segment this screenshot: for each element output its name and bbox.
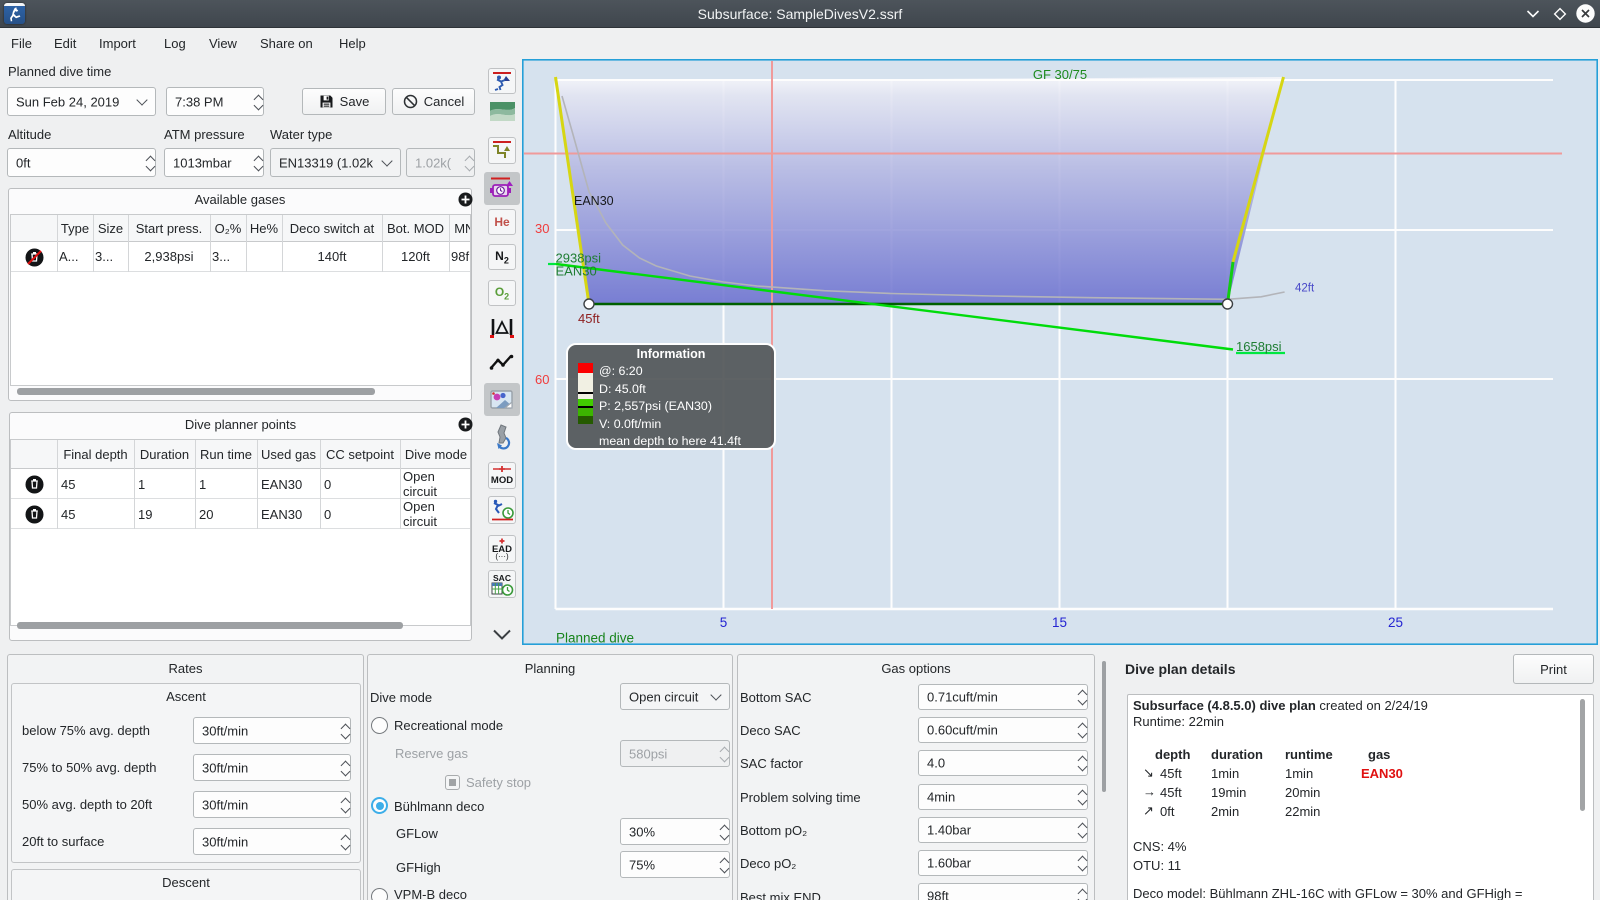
svg-text:1658psi: 1658psi bbox=[1236, 339, 1282, 354]
svg-text:42ft: 42ft bbox=[1295, 283, 1315, 295]
svg-text:60: 60 bbox=[535, 372, 549, 387]
svg-text:(···): (···) bbox=[495, 552, 509, 561]
svg-text:25: 25 bbox=[1388, 615, 1403, 630]
svg-text:SAC: SAC bbox=[493, 573, 511, 583]
svg-text:5: 5 bbox=[720, 615, 728, 630]
svg-text:MOD: MOD bbox=[491, 475, 513, 486]
svg-text:EAN30: EAN30 bbox=[556, 264, 597, 279]
svg-text:30: 30 bbox=[535, 221, 549, 236]
svg-text:EAN30: EAN30 bbox=[574, 194, 614, 208]
svg-text:15: 15 bbox=[1052, 615, 1067, 630]
svg-text:45ft: 45ft bbox=[578, 311, 600, 326]
svg-text:Planned dive: Planned dive bbox=[556, 631, 634, 646]
svg-text:GF 30/75: GF 30/75 bbox=[1033, 67, 1087, 82]
